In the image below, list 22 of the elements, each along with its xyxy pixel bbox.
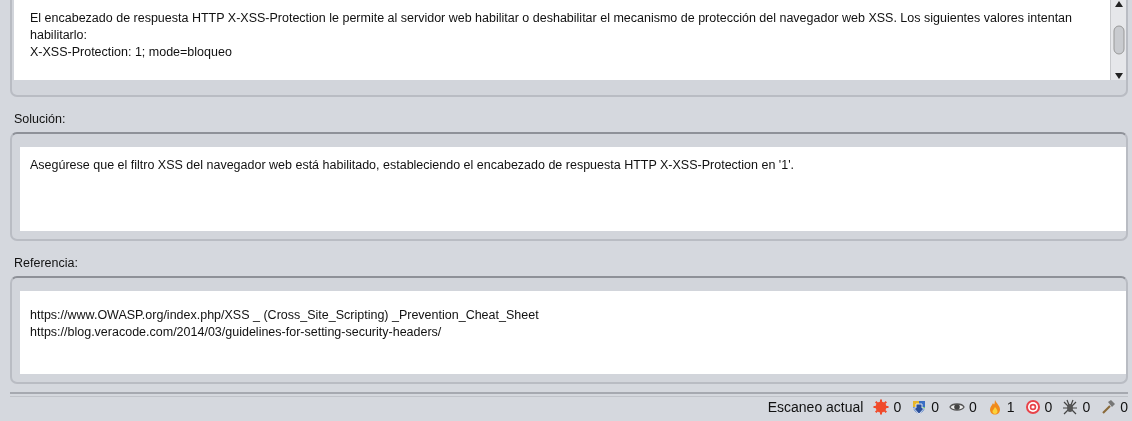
alert-count: 0 (969, 397, 977, 417)
description-text: X-XSS-Protection: 1; mode=bloqueo (30, 43, 233, 61)
alert-count: 0 (931, 397, 939, 417)
hammer-icon (1100, 399, 1117, 416)
alert-count: 1 (1006, 397, 1015, 417)
scroll-down-icon[interactable] (1113, 72, 1124, 80)
shield-arrow-icon (911, 399, 928, 416)
spider-icon (1062, 399, 1079, 416)
status-label: Escaneo actual (767, 397, 864, 417)
burst-icon (873, 399, 890, 416)
section-label: Solución: (13, 111, 67, 128)
scroll-up-icon[interactable] (1113, 0, 1124, 8)
target-icon (1024, 399, 1041, 416)
scrollbar[interactable] (1110, 0, 1126, 80)
alert-count: 0 (893, 397, 902, 417)
solution-text: Asegúrese que el filtro XSS del navegador web está habilitado, estableciendo el encabezado de respuesta HTTP X-XSS-Protection en '1'. (30, 156, 796, 174)
section-label: Referencia: (13, 254, 79, 272)
scroll-thumb[interactable] (1112, 25, 1125, 55)
alert-count: 0 (1082, 397, 1091, 417)
alert-count: 0 (1044, 397, 1053, 417)
alert-count: 0 (1120, 397, 1128, 417)
description-text: El encabezado de respuesta HTTP X-XSS-Protection le permite al servidor web habilitar o deshabilitar el mecanismo de protección del navegador web XSS. Los siguientes valores intentan habilitarlo: (30, 10, 1073, 44)
